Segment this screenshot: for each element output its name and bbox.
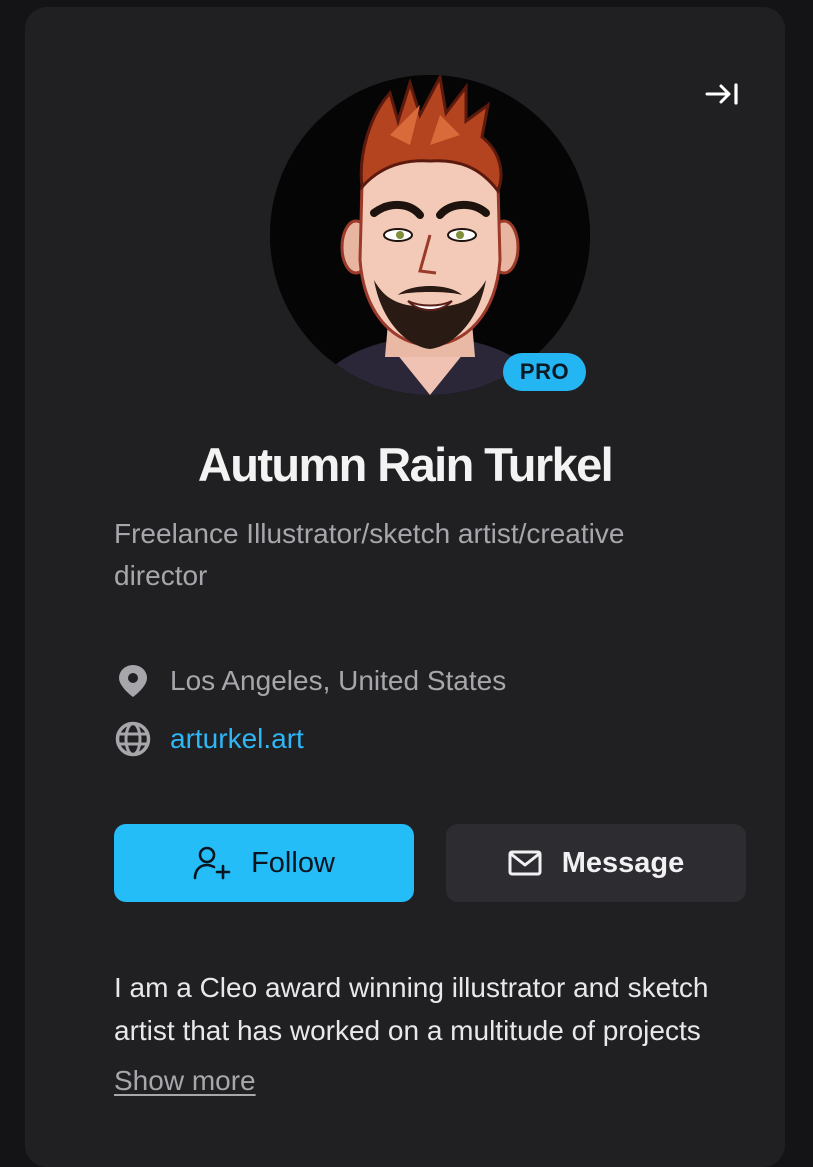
collapse-panel-icon: [705, 83, 738, 105]
website-link[interactable]: arturkel.art: [170, 723, 304, 755]
location-text: Los Angeles, United States: [170, 665, 507, 696]
location-row: Los Angeles, United States: [114, 661, 506, 701]
globe-icon: [114, 720, 152, 758]
collapse-panel-button[interactable]: [702, 79, 742, 109]
map-pin-icon: [114, 662, 152, 700]
profile-card: PRO Autumn Rain Turkel Freelance Illustr…: [25, 7, 785, 1167]
website-row: arturkel.art: [114, 719, 304, 759]
profile-headline: Freelance Illustrator/sketch artist/crea…: [114, 518, 625, 591]
pro-badge: PRO: [503, 353, 586, 391]
show-more-link[interactable]: Show more: [114, 1065, 256, 1097]
envelope-icon: [508, 850, 542, 876]
profile-bio: I am a Cleo award winning illustrator an…: [114, 972, 709, 1046]
avatar-illustration: [270, 75, 590, 395]
user-plus-icon: [193, 846, 231, 880]
avatar-container: PRO: [270, 75, 590, 395]
profile-name: Autumn Rain Turkel: [197, 438, 614, 491]
follow-button[interactable]: Follow: [114, 824, 414, 902]
follow-label: Follow: [251, 846, 335, 879]
message-button[interactable]: Message: [446, 824, 746, 902]
avatar[interactable]: [270, 75, 590, 395]
message-label: Message: [561, 846, 685, 879]
